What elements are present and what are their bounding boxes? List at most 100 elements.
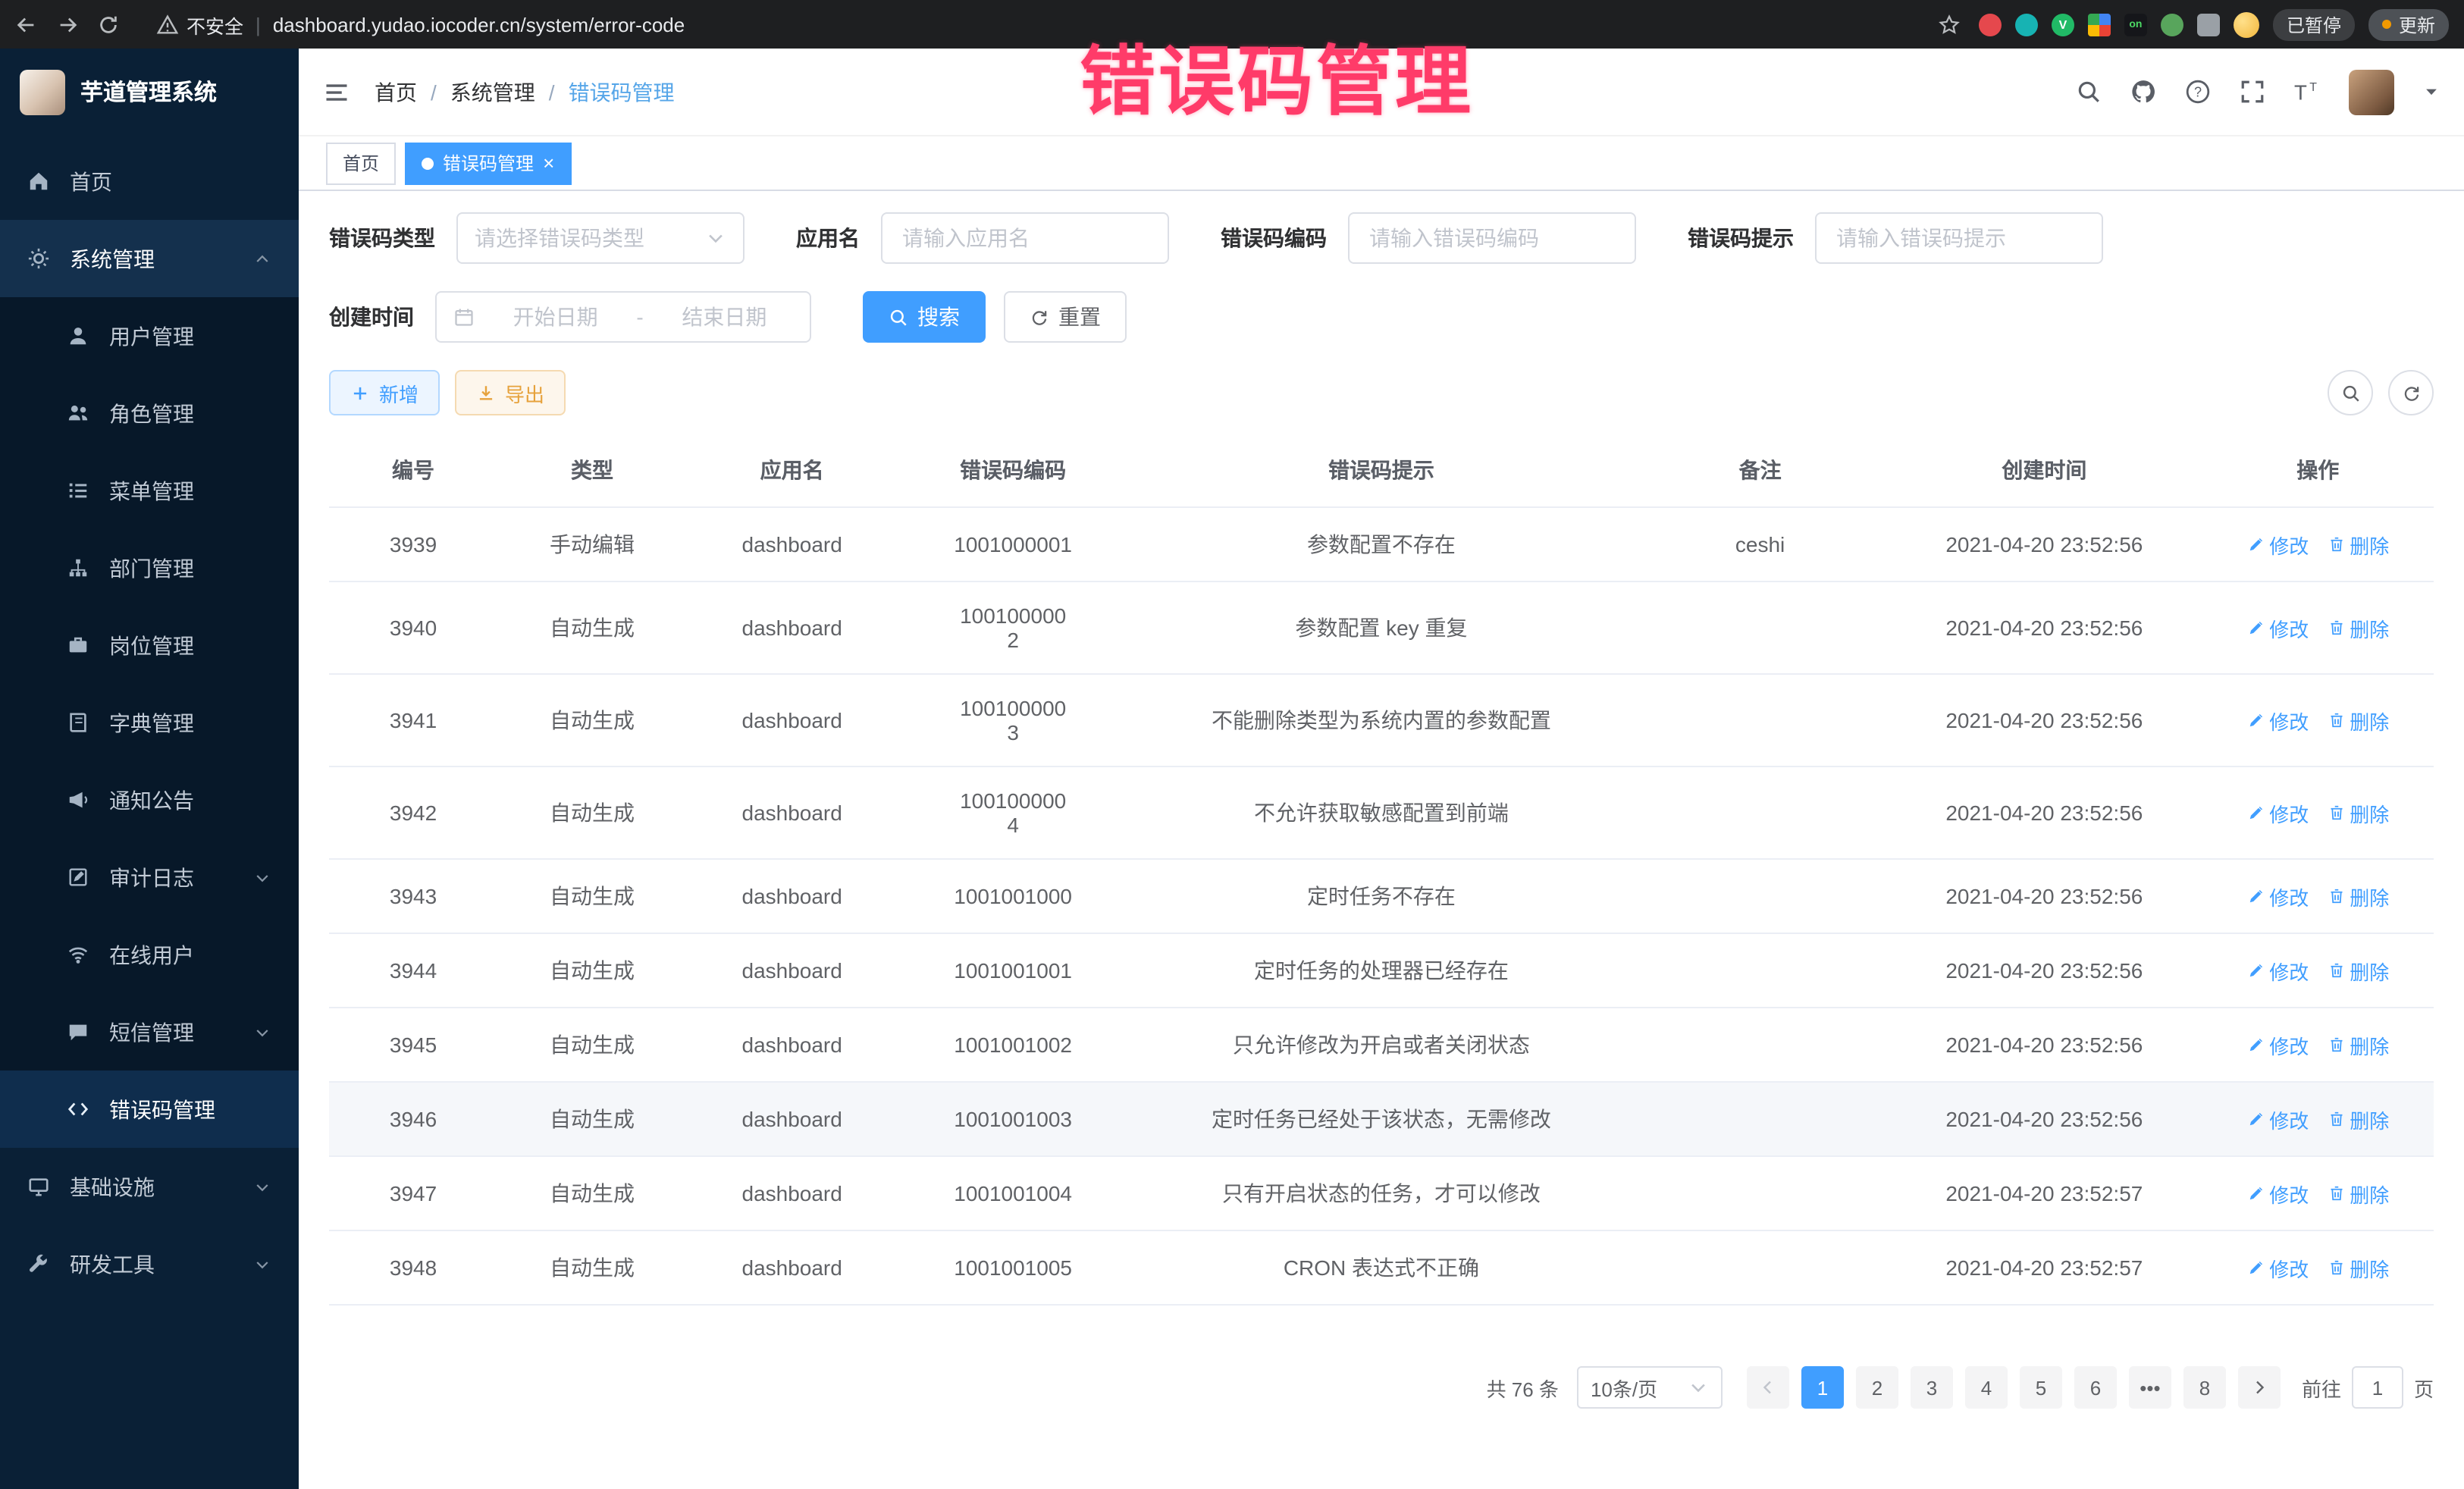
search-icon[interactable] [2076, 79, 2102, 105]
tab-close-icon[interactable]: × [543, 153, 554, 173]
page-button-5[interactable]: 5 [2020, 1366, 2062, 1409]
sidebar-item-label: 菜单管理 [109, 475, 194, 506]
font-size-icon[interactable]: TT [2294, 79, 2320, 105]
hamburger-icon[interactable] [323, 78, 350, 105]
avatar-caret-icon[interactable] [2423, 83, 2440, 100]
filter-time-label: 创建时间 [329, 302, 414, 332]
edit-link[interactable]: 修改 [2246, 530, 2309, 559]
extension-icon-2[interactable] [2015, 13, 2038, 36]
logo[interactable]: 芋道管理系统 [0, 49, 299, 135]
breadcrumb-item[interactable]: 首页 [375, 77, 417, 107]
sidebar-item-user[interactable]: 用户管理 [0, 297, 299, 375]
fullscreen-icon[interactable] [2240, 79, 2265, 105]
sidebar-item-error-code[interactable]: 错误码管理 [0, 1071, 299, 1148]
chevron-down-icon [253, 1255, 271, 1273]
tab-错误码管理[interactable]: 错误码管理× [405, 142, 571, 184]
page-button-1[interactable]: 1 [1801, 1366, 1844, 1409]
delete-link[interactable]: 删除 [2327, 798, 2389, 827]
extensions-puzzle-icon[interactable] [2197, 13, 2220, 36]
edit-link[interactable]: 修改 [2246, 613, 2309, 642]
refresh-table-button[interactable] [2388, 370, 2434, 415]
sidebar-item-menu[interactable]: 菜单管理 [0, 452, 299, 529]
delete-link[interactable]: 删除 [2327, 956, 2389, 985]
bookmark-star-icon[interactable] [1938, 13, 1961, 36]
extension-icon-5[interactable] [2161, 13, 2183, 36]
export-button[interactable]: 导出 [455, 370, 566, 415]
breadcrumb-item[interactable]: 系统管理 [450, 77, 535, 107]
sidebar-item-system[interactable]: 系统管理 [0, 220, 299, 297]
goto-label: 前往 [2302, 1373, 2341, 1402]
page-button-3[interactable]: 3 [1911, 1366, 1953, 1409]
toggle-search-button[interactable] [2328, 370, 2373, 415]
github-icon[interactable] [2130, 79, 2156, 105]
tab-首页[interactable]: 首页 [326, 142, 396, 184]
page-size-select[interactable]: 10条/页 [1577, 1366, 1723, 1409]
delete-link[interactable]: 删除 [2327, 1253, 2389, 1282]
goto-page-input[interactable] [2352, 1366, 2403, 1409]
extension-icon-3[interactable] [2088, 13, 2111, 36]
edit-link[interactable]: 修改 [2246, 882, 2309, 911]
delete-link[interactable]: 删除 [2327, 530, 2389, 559]
edit-link[interactable]: 修改 [2246, 798, 2309, 827]
edit-link[interactable]: 修改 [2246, 1105, 2309, 1133]
delete-link[interactable]: 删除 [2327, 613, 2389, 642]
edit-link-label: 修改 [2269, 1030, 2309, 1059]
browser-update-button[interactable]: 更新 [2368, 8, 2449, 40]
edit-link[interactable]: 修改 [2246, 956, 2309, 985]
error-type-select[interactable]: 请选择错误码类型 [456, 212, 745, 264]
edit-link[interactable]: 修改 [2246, 1179, 2309, 1208]
page-more-button[interactable]: ••• [2129, 1366, 2171, 1409]
extension-icon-vue[interactable]: V [2052, 13, 2074, 36]
url-text[interactable]: dashboard.yudao.iocoder.cn/system/error-… [273, 13, 685, 36]
reset-button[interactable]: 重置 [1004, 291, 1127, 343]
sidebar-item-dept[interactable]: 部门管理 [0, 529, 299, 607]
search-button[interactable]: 搜索 [863, 291, 986, 343]
app-name-input[interactable] [899, 224, 1151, 252]
delete-link[interactable]: 删除 [2327, 706, 2389, 735]
user-avatar[interactable] [2349, 69, 2394, 114]
sidebar-item-post[interactable]: 岗位管理 [0, 607, 299, 684]
help-icon[interactable]: ? [2185, 79, 2211, 105]
sidebar-item-sms[interactable]: 短信管理 [0, 993, 299, 1071]
page-button-6[interactable]: 6 [2074, 1366, 2117, 1409]
error-code-input[interactable] [1366, 224, 1618, 252]
add-button[interactable]: 新增 [329, 370, 440, 415]
sidebar-item-dict[interactable]: 字典管理 [0, 684, 299, 761]
delete-link[interactable]: 删除 [2327, 1030, 2389, 1059]
edit-link[interactable]: 修改 [2246, 706, 2309, 735]
browser-reload-icon[interactable] [97, 13, 120, 36]
security-warning[interactable]: 不安全 [156, 10, 243, 39]
sidebar-item-online-user[interactable]: 在线用户 [0, 916, 299, 993]
delete-link[interactable]: 删除 [2327, 882, 2389, 911]
extensions-cluster: V on 已暂停 更新 [1979, 8, 2449, 40]
breadcrumb-item[interactable]: 错误码管理 [569, 77, 675, 107]
page-button-2[interactable]: 2 [1856, 1366, 1898, 1409]
page-button-8[interactable]: 8 [2183, 1366, 2226, 1409]
prev-page-button[interactable] [1747, 1366, 1789, 1409]
next-page-button[interactable] [2238, 1366, 2281, 1409]
address-bar[interactable]: 不安全 | dashboard.yudao.iocoder.cn/system/… [156, 10, 1961, 39]
create-time-range-picker[interactable]: 开始日期 - 结束日期 [435, 291, 811, 343]
sidebar-item-audit-log[interactable]: 审计日志 [0, 839, 299, 916]
sync-paused-badge[interactable]: 已暂停 [2273, 8, 2355, 40]
sidebar-item-home[interactable]: 首页 [0, 143, 299, 220]
delete-link[interactable]: 删除 [2327, 1179, 2389, 1208]
tabs-bar: 首页错误码管理× [299, 136, 2464, 191]
extension-icon-1[interactable] [1979, 13, 2002, 36]
browser-back-icon[interactable] [15, 13, 38, 36]
sidebar-item-devtools[interactable]: 研发工具 [0, 1225, 299, 1302]
breadcrumb-separator: / [549, 80, 555, 104]
delete-link[interactable]: 删除 [2327, 1105, 2389, 1133]
extension-icon-4[interactable]: on [2124, 13, 2147, 36]
error-hint-input[interactable] [1833, 224, 2085, 252]
sidebar-item-notice[interactable]: 通知公告 [0, 761, 299, 839]
edit-pen-icon [2246, 1184, 2265, 1202]
sidebar-item-role[interactable]: 角色管理 [0, 375, 299, 452]
sidebar-item-infra[interactable]: 基础设施 [0, 1148, 299, 1225]
sidebar-item-label: 短信管理 [109, 1017, 194, 1047]
edit-link[interactable]: 修改 [2246, 1030, 2309, 1059]
profile-avatar-icon[interactable] [2234, 11, 2259, 37]
page-button-4[interactable]: 4 [1965, 1366, 2008, 1409]
browser-forward-icon[interactable] [56, 13, 79, 36]
edit-link[interactable]: 修改 [2246, 1253, 2309, 1282]
